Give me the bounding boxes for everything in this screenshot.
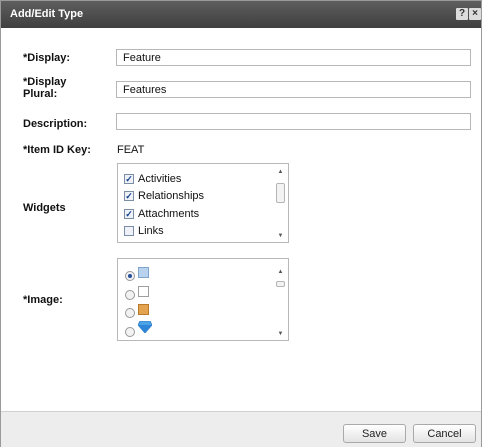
scroll-thumb[interactable]	[276, 183, 285, 203]
activities-checkbox[interactable]: ✓	[124, 173, 134, 184]
widget-item-links[interactable]: Links	[124, 223, 164, 238]
image-list[interactable]: ▲ ▼	[117, 258, 289, 341]
scroll-down-icon[interactable]: ▼	[275, 330, 286, 338]
scroll-up-icon[interactable]: ▲	[275, 268, 286, 276]
image-radio[interactable]	[125, 271, 135, 281]
widget-label: Relationships	[138, 189, 205, 202]
save-button[interactable]: Save	[343, 424, 406, 443]
display-plural-label-line1: *Display	[23, 76, 67, 88]
widget-item-activities[interactable]: ✓ Activities	[124, 171, 181, 186]
widgets-label: Widgets	[23, 202, 66, 214]
dialog-titlebar[interactable]: Add/Edit Type ? ×	[1, 1, 481, 28]
dialog-title: Add/Edit Type	[10, 8, 84, 20]
scroll-up-icon[interactable]: ▲	[275, 168, 286, 176]
display-plural-input[interactable]	[116, 81, 471, 98]
widget-label: Links	[138, 224, 164, 237]
image-radio[interactable]	[125, 290, 135, 300]
display-plural-label: *Display Plural:	[23, 76, 66, 100]
scroll-thumb[interactable]	[276, 281, 285, 287]
cancel-button[interactable]: Cancel	[413, 424, 476, 443]
close-icon[interactable]: ×	[469, 8, 481, 20]
image-label: *Image:	[23, 294, 63, 306]
image-scrollbar[interactable]: ▲ ▼	[275, 261, 286, 338]
add-edit-type-dialog: Add/Edit Type ? × *Display: *Display Plu…	[0, 0, 482, 447]
display-label: *Display:	[23, 52, 71, 64]
links-checkbox[interactable]	[124, 225, 134, 236]
display-input[interactable]	[116, 49, 471, 66]
dialog-footer: Save Cancel	[1, 411, 481, 447]
help-icon[interactable]: ?	[456, 8, 468, 20]
widgets-list[interactable]: ✓ Activities ✓ Relationships ✓ Attachmen…	[117, 163, 289, 243]
widgets-scrollbar[interactable]: ▲ ▼	[275, 166, 286, 240]
item-id-key-label: *Item ID Key:	[23, 144, 91, 156]
image-radio[interactable]	[125, 308, 135, 318]
attachments-checkbox[interactable]: ✓	[124, 208, 134, 219]
widget-label: Attachments	[138, 207, 200, 220]
blue-document-icon	[138, 267, 149, 278]
widget-item-relationships[interactable]: ✓ Relationships	[124, 188, 204, 203]
white-document-icon	[138, 286, 149, 297]
image-radio[interactable]	[125, 327, 135, 337]
widget-item-attachments[interactable]: ✓ Attachments	[124, 206, 199, 221]
description-input[interactable]	[116, 113, 471, 130]
display-plural-label-line2: Plural:	[23, 88, 58, 100]
blue-diamond-icon	[138, 321, 152, 333]
scroll-down-icon[interactable]: ▼	[275, 232, 286, 240]
relationships-checkbox[interactable]: ✓	[124, 190, 134, 201]
item-id-key-value: FEAT	[117, 144, 145, 156]
widget-label: Activities	[138, 172, 182, 185]
description-label: Description:	[23, 118, 88, 130]
orange-folder-icon	[138, 304, 149, 315]
